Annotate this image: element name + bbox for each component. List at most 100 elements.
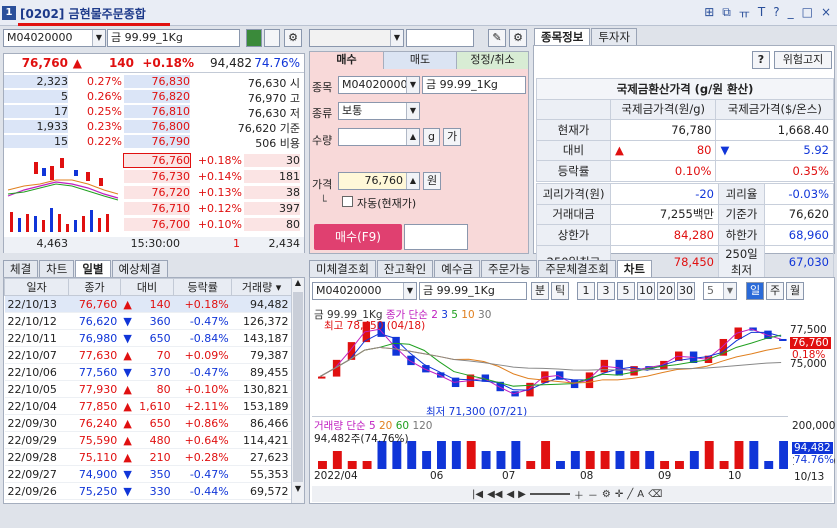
period-button[interactable]: 30	[677, 282, 695, 300]
tab-unfilled[interactable]: 미체결조회	[309, 260, 376, 277]
period-button[interactable]: 1	[577, 282, 595, 300]
scroll-down-icon[interactable]: ▼	[292, 484, 304, 496]
edit-icon[interactable]: ✎	[488, 29, 506, 47]
help-icon[interactable]: ?	[773, 5, 779, 22]
rewind-icon[interactable]: ◀◀	[487, 489, 502, 500]
order-book: 76,760 ▲ 140 +0.18% 94,482 74.76% 2,323 0…	[3, 53, 305, 253]
account-select[interactable]: ▼	[309, 29, 404, 47]
order-code-select[interactable]: M04020000 ▼	[338, 76, 420, 94]
table-row[interactable]: 22/10/13 76,760 ▲ 140 +0.18% 94,482	[4, 295, 292, 313]
spinner-icon[interactable]: ▲	[406, 173, 419, 189]
price-input[interactable]: 76,760 ▲	[338, 172, 420, 190]
crosshair-icon[interactable]: ✛	[615, 489, 623, 500]
prev-icon[interactable]: ◀	[506, 489, 514, 500]
close-icon[interactable]: ×	[821, 5, 831, 22]
tab-deposit[interactable]: 예수금	[434, 260, 480, 277]
zoom-in-icon[interactable]: ＋	[574, 487, 584, 502]
copy-icon[interactable]: ⧉	[722, 5, 731, 22]
link-icon[interactable]: ⊞	[704, 5, 714, 22]
available-button[interactable]: 가	[443, 128, 461, 146]
volume-bar	[570, 451, 580, 469]
zoom-out-icon[interactable]: －	[588, 487, 598, 502]
help-button[interactable]: ?	[752, 51, 770, 69]
bid-row[interactable]: 76,700 +0.10% 80	[4, 218, 304, 232]
next-icon[interactable]: ▶	[518, 489, 526, 500]
tab-order-fills[interactable]: 주문체결조회	[538, 260, 616, 277]
risk-notice-button[interactable]: 위험고지	[774, 51, 832, 69]
chevron-down-icon: ▼	[406, 103, 419, 119]
tab-daily[interactable]: 일별	[75, 260, 111, 277]
gear-icon[interactable]: ⚙	[284, 29, 302, 47]
won-button[interactable]: 원	[423, 172, 441, 190]
pin-icon[interactable]: ㅠ	[739, 5, 750, 22]
bid-row[interactable]: 76,710 +0.12% 397	[4, 202, 304, 216]
chevron-down-icon[interactable]: ▾	[276, 281, 282, 294]
copy-icon[interactable]	[264, 29, 280, 47]
minimize-icon[interactable]: _	[788, 5, 794, 22]
scrollbar[interactable]: ▲ ▼	[291, 278, 304, 503]
bid-row[interactable]: 76,720 +0.13% 38	[4, 186, 304, 200]
tab-chart2[interactable]: 차트	[616, 260, 652, 277]
period-select[interactable]: 5 ▼	[703, 282, 737, 300]
daily-button[interactable]: 일	[746, 282, 764, 300]
bid-row[interactable]: 76,730 +0.14% 181	[4, 170, 304, 184]
tab-investor[interactable]: 투자자	[591, 28, 638, 45]
table-row[interactable]: 22/09/27 74,900 ▼ 350 -0.47% 55,353	[4, 465, 292, 483]
tab-modify[interactable]: 정정/취소	[456, 52, 528, 69]
scroll-up-icon[interactable]: ▲	[292, 278, 304, 290]
monthly-button[interactable]: 월	[786, 282, 804, 300]
table-row[interactable]: 22/10/07 77,630 ▲ 70 +0.09% 79,387	[4, 346, 292, 364]
bid-row[interactable]: 76,760 +0.18% 30	[4, 153, 304, 168]
table-row[interactable]: 22/10/12 76,620 ▼ 360 -0.47% 126,372	[4, 312, 292, 330]
minute-button[interactable]: 분	[531, 282, 549, 300]
qty-input[interactable]: ▲	[338, 128, 420, 146]
gram-button[interactable]: g	[423, 128, 440, 146]
auto-price-checkbox[interactable]	[342, 196, 353, 207]
ask-row[interactable]: 1,933 0.23% 76,800 76,620 기준	[4, 120, 304, 135]
table-row[interactable]: 22/10/05 77,930 ▲ 80 +0.10% 130,821	[4, 380, 292, 398]
tab-orderable[interactable]: 주문가능	[480, 260, 538, 277]
font-icon[interactable]: T	[758, 5, 765, 22]
export-icon[interactable]	[246, 29, 262, 47]
tick-button[interactable]: 틱	[551, 282, 569, 300]
table-row[interactable]: 22/09/28 75,110 ▲ 210 +0.28% 27,623	[4, 448, 292, 466]
buy-submit-button[interactable]: 매수(F9)	[314, 224, 402, 250]
table-row[interactable]: 22/10/11 76,980 ▼ 650 -0.84% 143,187	[4, 329, 292, 347]
tab-stock-info[interactable]: 종목정보	[534, 28, 591, 45]
order-type-select[interactable]: 보통 ▼	[338, 102, 420, 120]
code-select[interactable]: M04020000 ▼	[3, 29, 106, 47]
tab-expected[interactable]: 예상체결	[111, 260, 168, 277]
ask-row[interactable]: 5 0.26% 76,820 76,970 고	[4, 90, 304, 105]
maximize-icon[interactable]: □	[802, 5, 813, 22]
tab-balance[interactable]: 잔고확인	[376, 260, 434, 277]
chart-code-select[interactable]: M04020000 ▼	[312, 282, 417, 300]
period-button[interactable]: 5	[617, 282, 635, 300]
period-button[interactable]: 3	[597, 282, 615, 300]
table-row[interactable]: 22/09/30 76,240 ▲ 650 +0.86% 86,466	[4, 414, 292, 432]
ask-row[interactable]: 15 0.22% 76,790 506 비용	[4, 135, 304, 150]
draw-icon[interactable]: ╱	[627, 489, 633, 500]
zoom-slider[interactable]	[529, 493, 570, 495]
first-icon[interactable]: |◀	[472, 489, 483, 500]
table-row[interactable]: 22/09/26 75,250 ▼ 330 -0.44% 69,572	[4, 482, 292, 500]
weekly-button[interactable]: 주	[766, 282, 784, 300]
volume-bar	[719, 461, 729, 469]
tab-buy[interactable]: 매수	[310, 52, 383, 69]
ask-row[interactable]: 17 0.25% 76,810 76,630 저	[4, 105, 304, 120]
period-button[interactable]: 20	[657, 282, 675, 300]
ask-row[interactable]: 2,323 0.27% 76,830 76,630 시	[4, 75, 304, 90]
tab-sell[interactable]: 매도	[383, 52, 456, 69]
gear-icon[interactable]: ⚙	[509, 29, 527, 47]
tab-trades[interactable]: 체결	[3, 260, 39, 277]
settings-icon[interactable]: ⚙	[602, 489, 611, 500]
eraser-icon[interactable]: ⌫	[648, 489, 662, 500]
table-row[interactable]: 22/09/29 75,590 ▲ 480 +0.64% 114,421	[4, 431, 292, 449]
period-button[interactable]: 10	[637, 282, 655, 300]
scroll-thumb[interactable]	[293, 292, 303, 482]
table-row[interactable]: 22/10/04 77,850 ▲ 1,610 +2.11% 153,189	[4, 397, 292, 415]
text-icon[interactable]: A	[637, 489, 644, 500]
spinner-icon[interactable]: ▲	[406, 129, 419, 145]
password-input[interactable]	[406, 29, 474, 47]
tab-chart[interactable]: 차트	[39, 260, 75, 277]
table-row[interactable]: 22/10/06 77,560 ▼ 370 -0.47% 89,455	[4, 363, 292, 381]
